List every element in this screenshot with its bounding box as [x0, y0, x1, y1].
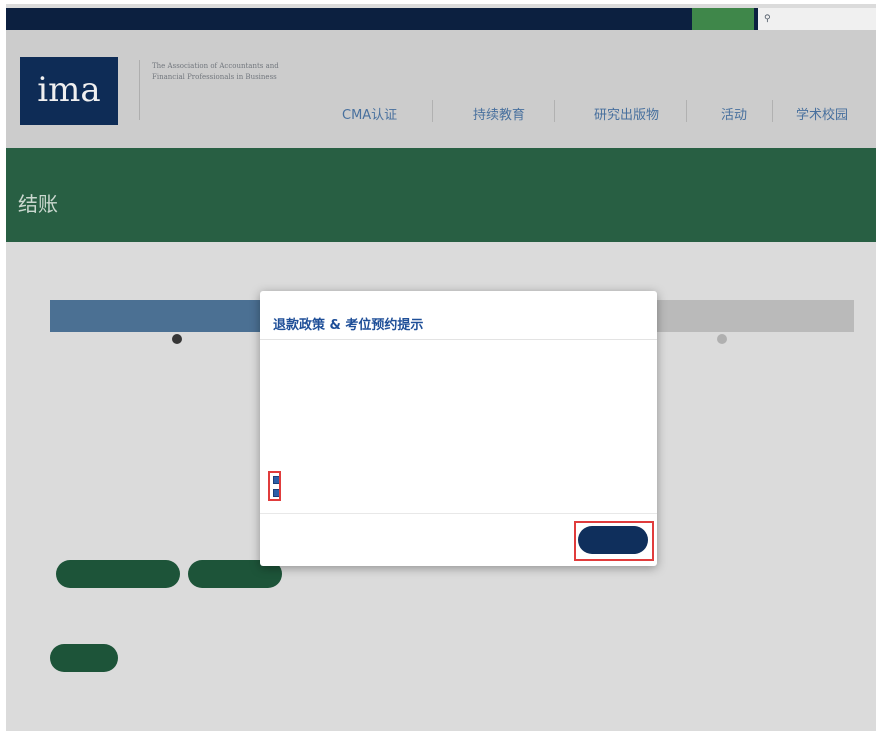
agree-button[interactable]: [578, 526, 648, 554]
checkbox-highlight-box: [268, 471, 281, 501]
browser-viewport: ⚲ ima The Association of Accountants and…: [6, 4, 876, 731]
modal-paragraph-1: [273, 349, 643, 399]
modal-divider: [260, 339, 657, 340]
modal-paragraph-2: [273, 431, 643, 461]
refund-policy-modal: 退款政策 & 考位预约提示: [260, 291, 657, 566]
modal-footer-divider: [260, 513, 657, 514]
modal-title: 退款政策 & 考位预约提示: [273, 318, 424, 333]
